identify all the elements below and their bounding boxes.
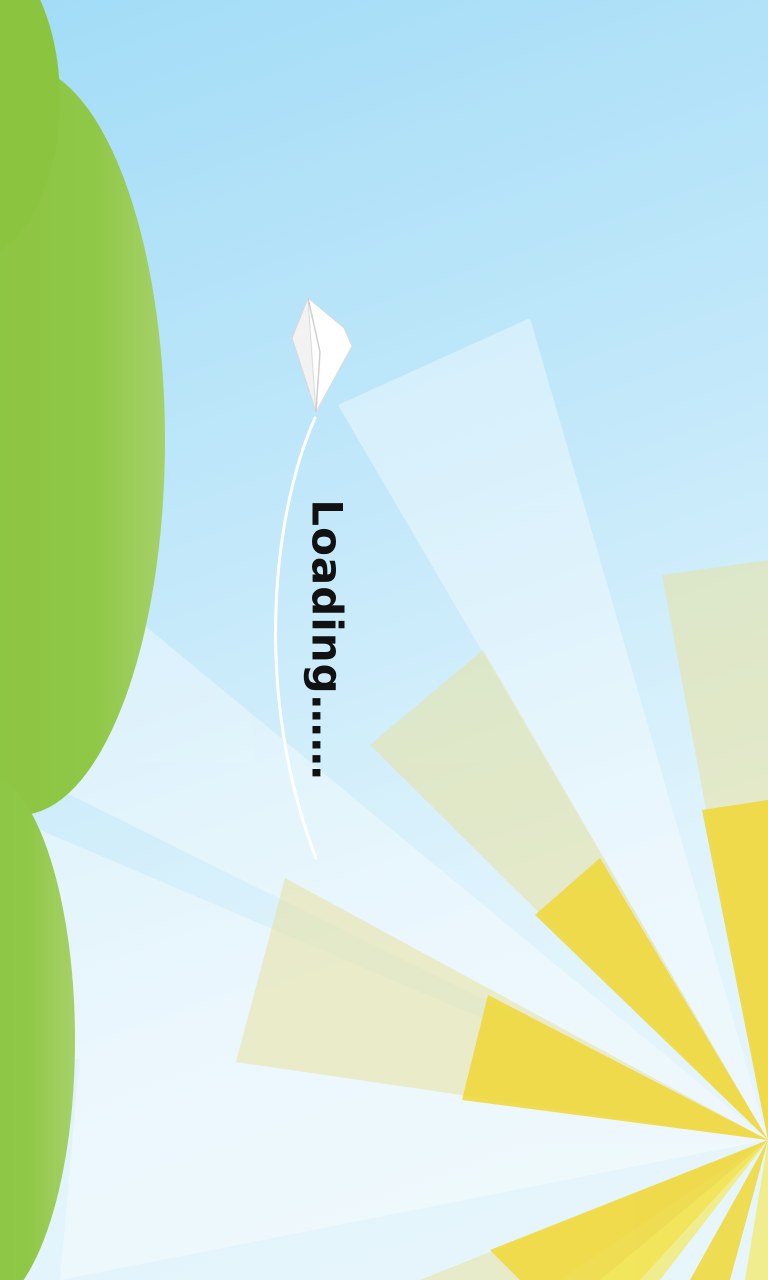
loading-label: Loading…… xyxy=(302,499,352,781)
background-scene xyxy=(0,0,768,1280)
loading-screen: Loading…… xyxy=(0,0,768,1280)
paper-plane-icon xyxy=(291,296,353,414)
